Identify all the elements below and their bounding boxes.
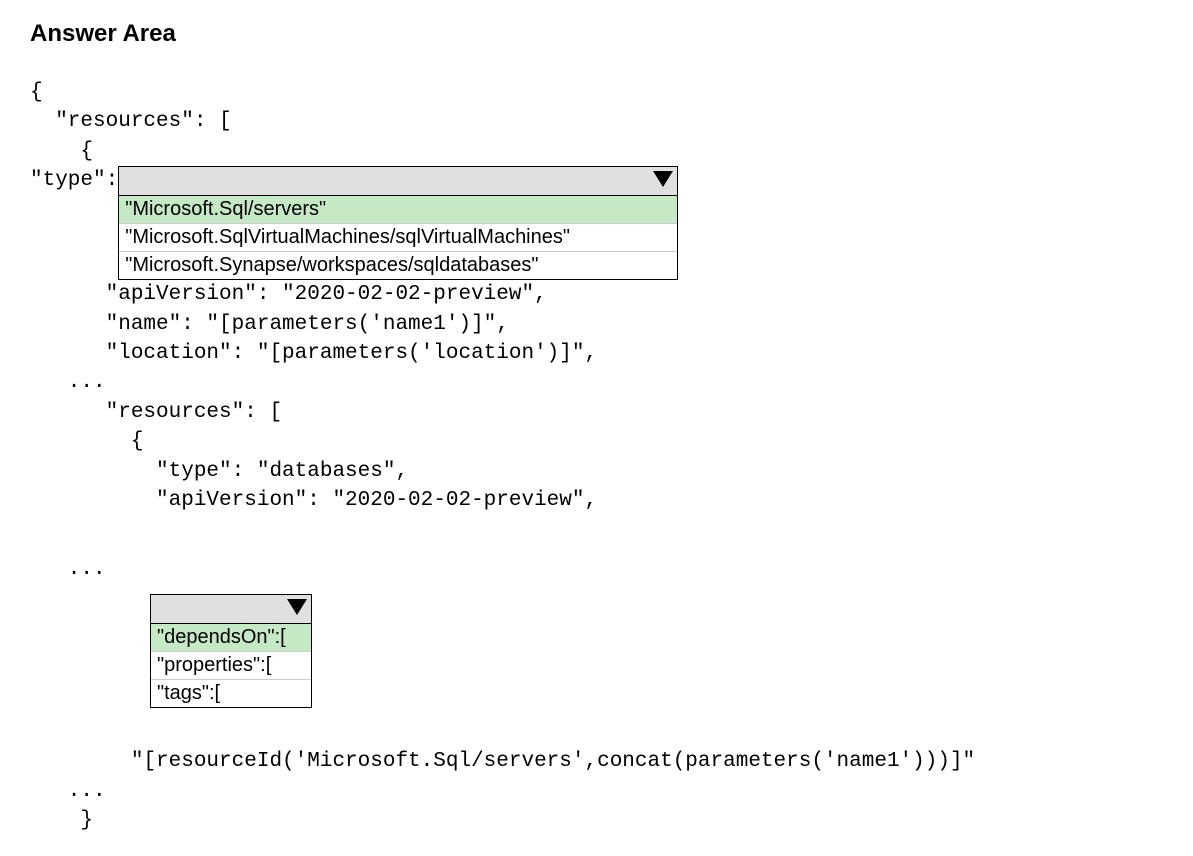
code-line: ... (30, 777, 1163, 806)
dropdown-option[interactable]: "Microsoft.Synapse/workspaces/sqldatabas… (119, 252, 677, 279)
dropdown-option[interactable]: "properties":[ (151, 652, 311, 680)
dropdown-option[interactable]: "Microsoft.SqlVirtualMachines/sqlVirtual… (119, 224, 677, 252)
chevron-down-icon (287, 599, 307, 615)
code-line (30, 718, 1163, 747)
dropdown-header[interactable] (118, 166, 678, 196)
code-line: "resources": [ (30, 107, 1163, 136)
code-line: "[resourceId('Microsoft.Sql/servers',con… (30, 747, 1163, 776)
type-dropdown[interactable]: "Microsoft.Sql/servers" "Microsoft.SqlVi… (118, 166, 678, 280)
chevron-down-icon (653, 171, 673, 187)
code-line: } (30, 806, 1163, 835)
code-line (30, 515, 1163, 544)
dropdown-header[interactable] (150, 594, 312, 624)
code-line: ... (30, 555, 1163, 584)
dropdown-options: "dependsOn":[ "properties":[ "tags":[ (150, 624, 312, 708)
property-dropdown[interactable]: "dependsOn":[ "properties":[ "tags":[ (150, 594, 312, 708)
code-line: "apiVersion": "2020-02-02-preview", (30, 486, 1163, 515)
code-line: "apiVersion": "2020-02-02-preview", (30, 280, 1163, 309)
code-line: "location": "[parameters('location')]", (30, 339, 1163, 368)
dropdown-option[interactable]: "dependsOn":[ (151, 624, 311, 652)
code-line: "type": "databases", (30, 457, 1163, 486)
code-line: { (30, 78, 1163, 107)
code-block: { "resources": [ { "type": "Microsoft.Sq… (30, 78, 1163, 836)
dropdown-options: "Microsoft.Sql/servers" "Microsoft.SqlVi… (118, 196, 678, 280)
dropdown-option[interactable]: "Microsoft.Sql/servers" (119, 196, 677, 224)
code-line: ... (30, 368, 1163, 397)
code-line: "type": (30, 166, 118, 196)
code-line: "name": "[parameters('name1')]", (30, 310, 1163, 339)
page-title: Answer Area (30, 20, 1163, 48)
code-line: { (30, 137, 1163, 166)
code-line: { (30, 427, 1163, 456)
code-line: "resources": [ (30, 398, 1163, 427)
dropdown-option[interactable]: "tags":[ (151, 680, 311, 707)
